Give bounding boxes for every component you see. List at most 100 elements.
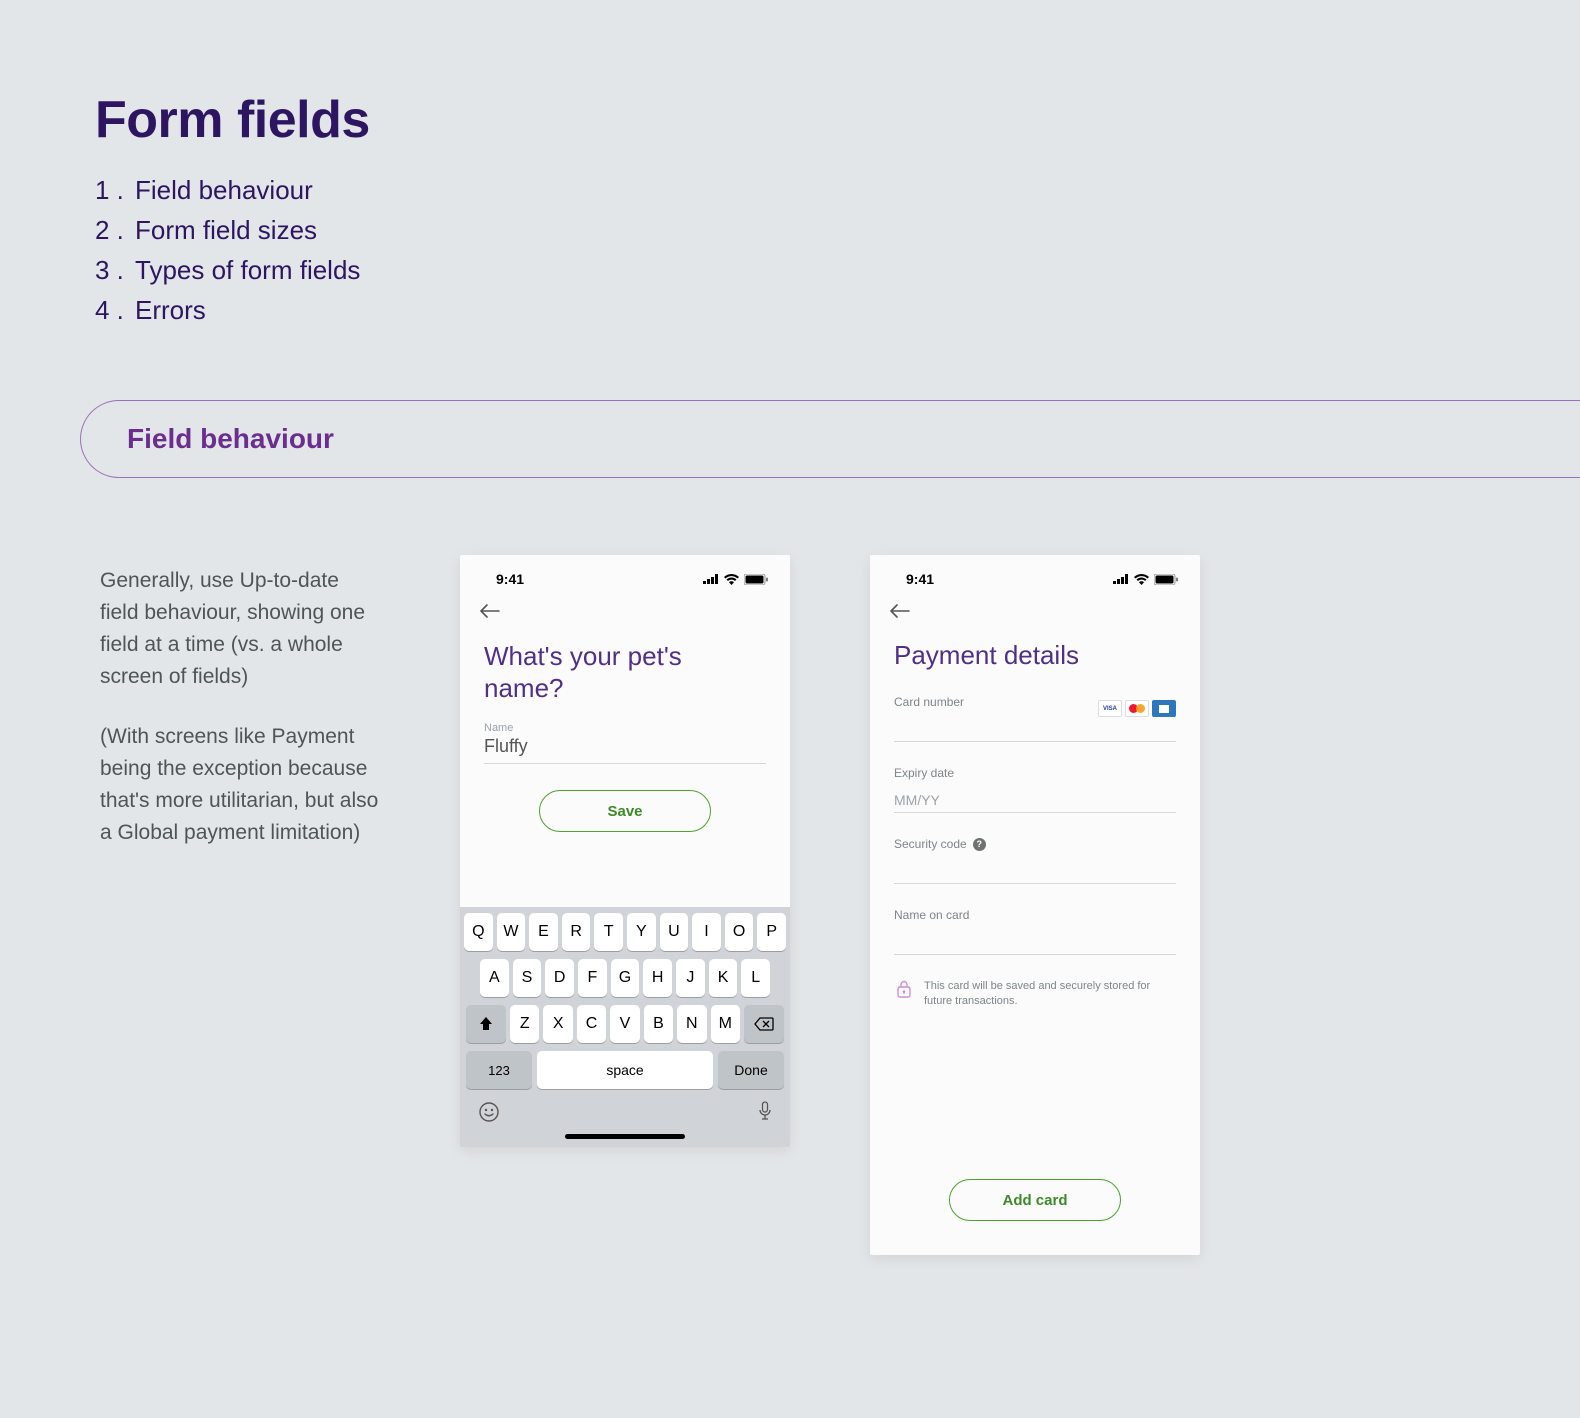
keyboard-footer bbox=[464, 1097, 786, 1128]
add-card-button[interactable]: Add card bbox=[949, 1179, 1121, 1221]
help-icon[interactable]: ? bbox=[973, 838, 986, 851]
keyboard-util-row: 123 space Done bbox=[464, 1051, 786, 1089]
security-code-input[interactable] bbox=[894, 859, 1176, 884]
key-k[interactable]: K bbox=[709, 959, 738, 997]
cellular-signal-icon bbox=[703, 574, 719, 584]
dictation-icon[interactable] bbox=[758, 1101, 772, 1128]
section-heading-pill: Field behaviour bbox=[80, 400, 1580, 478]
key-g[interactable]: G bbox=[611, 959, 640, 997]
name-on-card-input[interactable] bbox=[894, 930, 1176, 955]
key-l[interactable]: L bbox=[741, 959, 770, 997]
save-button[interactable]: Save bbox=[539, 790, 711, 832]
screen-title: Payment details bbox=[894, 640, 1176, 671]
key-z[interactable]: Z bbox=[510, 1005, 539, 1043]
key-t[interactable]: T bbox=[594, 913, 623, 951]
accepted-cards: VISA bbox=[1098, 700, 1176, 717]
status-bar: 9:41 bbox=[460, 555, 790, 593]
key-h[interactable]: H bbox=[643, 959, 672, 997]
emoji-icon[interactable] bbox=[478, 1101, 500, 1128]
form-question-headline: What's your pet's name? bbox=[484, 640, 766, 704]
secure-storage-note: This card will be saved and securely sto… bbox=[894, 979, 1176, 1009]
ios-keyboard: Q W E R T Y U I O P A S D F G H J K L bbox=[460, 907, 790, 1147]
toc-item: 4 . Errors bbox=[95, 290, 360, 330]
card-number-input[interactable] bbox=[894, 717, 1176, 742]
phone-mockup-payment: 9:41 Payment details Ca bbox=[870, 555, 1200, 1255]
status-right bbox=[703, 574, 768, 585]
keyboard-row: Q W E R T Y U I O P bbox=[464, 913, 786, 951]
key-a[interactable]: A bbox=[480, 959, 509, 997]
key-f[interactable]: F bbox=[578, 959, 607, 997]
key-c[interactable]: C bbox=[577, 1005, 606, 1043]
name-input[interactable]: Fluffy bbox=[484, 736, 766, 764]
back-arrow-icon[interactable] bbox=[890, 601, 910, 624]
body-paragraph: Generally, use Up-to-date field behaviou… bbox=[100, 565, 380, 693]
mastercard-icon bbox=[1125, 700, 1149, 717]
name-on-card-field: Name on card bbox=[894, 908, 1176, 955]
phone-mockup-pet-name: 9:41 What's your pet's name? Name Fluf bbox=[460, 555, 790, 1147]
space-key[interactable]: space bbox=[537, 1051, 713, 1089]
toc-item: 2 . Form field sizes bbox=[95, 210, 360, 250]
toc-item-label: Form field sizes bbox=[135, 210, 317, 250]
home-indicator bbox=[565, 1134, 685, 1139]
field-label: Security code bbox=[894, 837, 967, 851]
key-v[interactable]: V bbox=[610, 1005, 639, 1043]
toc-list: 1 . Field behaviour 2 . Form field sizes… bbox=[95, 170, 360, 330]
key-b[interactable]: B bbox=[644, 1005, 673, 1043]
field-label: Card number bbox=[894, 695, 964, 709]
toc-item-label: Field behaviour bbox=[135, 170, 313, 210]
visa-card-icon: VISA bbox=[1098, 700, 1122, 717]
body-paragraph: (With screens like Payment being the exc… bbox=[100, 721, 380, 849]
body-copy: Generally, use Up-to-date field behaviou… bbox=[100, 565, 380, 877]
key-u[interactable]: U bbox=[660, 913, 689, 951]
toc-item-number: 3 . bbox=[95, 250, 135, 290]
back-arrow-icon[interactable] bbox=[480, 601, 500, 624]
page-title: Form fields bbox=[95, 90, 370, 150]
field-label: Name bbox=[484, 722, 766, 734]
status-bar: 9:41 bbox=[870, 555, 1200, 593]
lock-icon bbox=[896, 979, 912, 1009]
nav-bar bbox=[460, 593, 790, 634]
toc-item-label: Errors bbox=[135, 290, 206, 330]
design-doc-canvas: Form fields 1 . Field behaviour 2 . Form… bbox=[0, 0, 1580, 1418]
status-right bbox=[1113, 574, 1178, 585]
numeric-key[interactable]: 123 bbox=[466, 1051, 532, 1089]
battery-icon bbox=[1154, 574, 1178, 585]
wifi-icon bbox=[724, 574, 739, 585]
key-q[interactable]: Q bbox=[464, 913, 493, 951]
toc-item-label: Types of form fields bbox=[135, 250, 360, 290]
key-n[interactable]: N bbox=[677, 1005, 706, 1043]
card-number-field: Card number VISA bbox=[894, 695, 1176, 742]
wifi-icon bbox=[1134, 574, 1149, 585]
toc-item: 3 . Types of form fields bbox=[95, 250, 360, 290]
key-r[interactable]: R bbox=[562, 913, 591, 951]
amex-card-icon bbox=[1152, 700, 1176, 717]
key-x[interactable]: X bbox=[543, 1005, 572, 1043]
field-label-row: Security code ? bbox=[894, 837, 1176, 851]
key-s[interactable]: S bbox=[513, 959, 542, 997]
key-o[interactable]: O bbox=[725, 913, 754, 951]
toc-item-number: 1 . bbox=[95, 170, 135, 210]
keyboard-row: Z X C V B N M bbox=[464, 1005, 786, 1043]
section-heading-label: Field behaviour bbox=[127, 423, 334, 455]
phone-content: What's your pet's name? Name Fluffy Save bbox=[460, 634, 790, 832]
key-m[interactable]: M bbox=[711, 1005, 740, 1043]
secure-storage-text: This card will be saved and securely sto… bbox=[924, 979, 1176, 1009]
backspace-key[interactable] bbox=[744, 1005, 784, 1043]
key-p[interactable]: P bbox=[757, 913, 786, 951]
expiry-input[interactable]: MM/YY bbox=[894, 788, 1176, 813]
toc-item-number: 4 . bbox=[95, 290, 135, 330]
shift-key[interactable] bbox=[466, 1005, 506, 1043]
key-i[interactable]: I bbox=[692, 913, 721, 951]
field-label: Expiry date bbox=[894, 766, 1176, 780]
battery-icon bbox=[744, 574, 768, 585]
key-w[interactable]: W bbox=[497, 913, 526, 951]
expiry-field: Expiry date MM/YY bbox=[894, 766, 1176, 813]
key-e[interactable]: E bbox=[529, 913, 558, 951]
status-time: 9:41 bbox=[496, 571, 524, 587]
key-j[interactable]: J bbox=[676, 959, 705, 997]
key-y[interactable]: Y bbox=[627, 913, 656, 951]
security-code-field: Security code ? bbox=[894, 837, 1176, 884]
done-key[interactable]: Done bbox=[718, 1051, 784, 1089]
phone-content: Payment details Card number VISA Expiry … bbox=[870, 634, 1200, 1009]
key-d[interactable]: D bbox=[545, 959, 574, 997]
